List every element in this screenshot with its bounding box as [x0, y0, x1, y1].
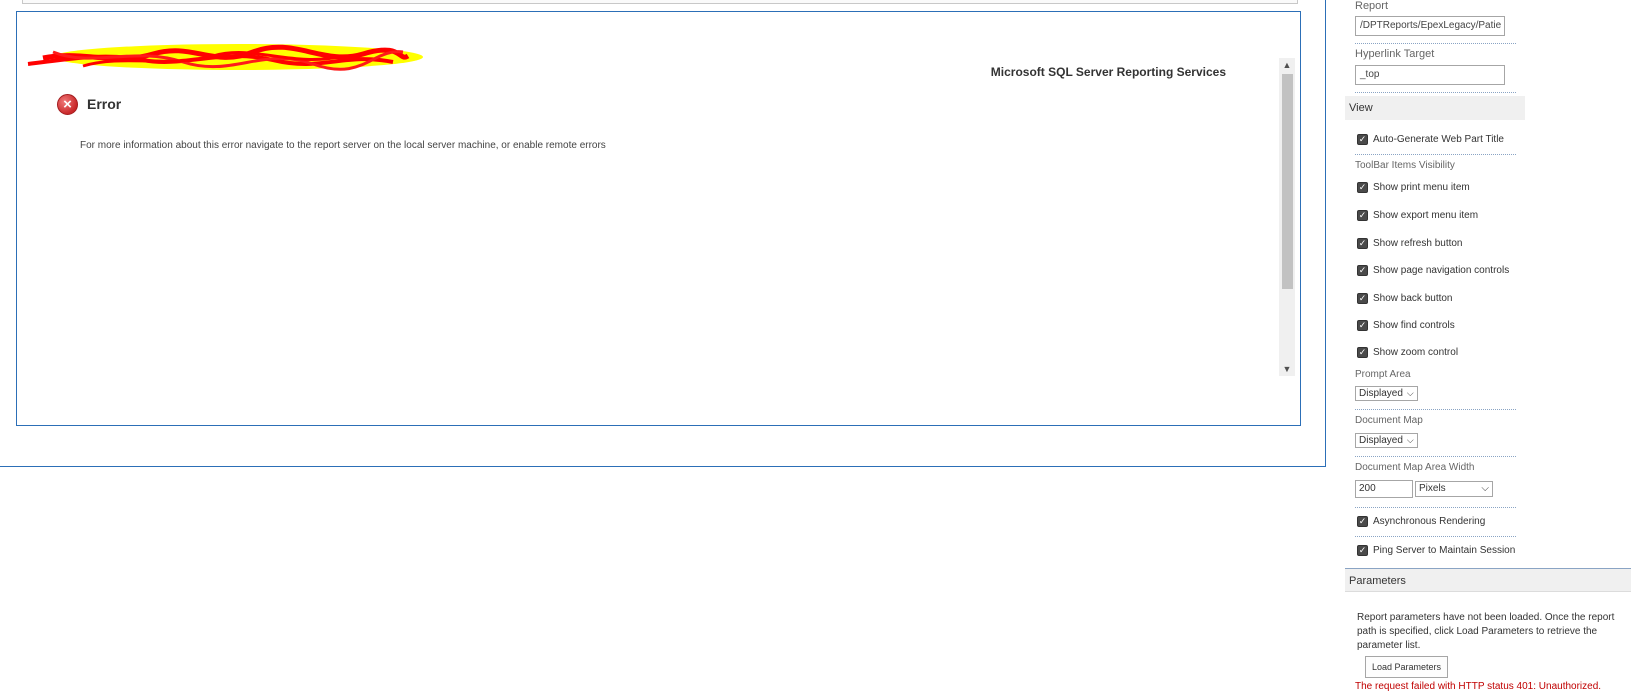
- checkbox-checked-icon[interactable]: ✓: [1357, 237, 1368, 249]
- ping-server-checkbox-row[interactable]: ✓ Ping Server to Maintain Session: [1357, 543, 1515, 557]
- divider: [1355, 43, 1516, 44]
- toolbar-visibility-label: ToolBar Items Visibility: [1355, 160, 1455, 171]
- async-rendering-label: Asynchronous Rendering: [1373, 515, 1486, 527]
- checkbox-checked-icon[interactable]: ✓: [1357, 319, 1368, 331]
- toolbar-item-export[interactable]: ✓ Show export menu item: [1357, 208, 1478, 222]
- load-parameters-button[interactable]: Load Parameters: [1365, 656, 1448, 678]
- error-heading: × Error: [57, 92, 121, 116]
- top-toolbar-strip: [22, 0, 1298, 4]
- report-path-input[interactable]: /DPTReports/EpexLegacy/Patie: [1355, 16, 1505, 36]
- toolbar-item-label: Show zoom control: [1373, 346, 1459, 358]
- divider: [1355, 92, 1516, 93]
- divider: [1355, 456, 1516, 457]
- prompt-area-select[interactable]: Displayed ⌵: [1355, 386, 1418, 401]
- report-label: Report: [1355, 0, 1389, 12]
- tool-pane: Report /DPTReports/EpexLegacy/Patie Hype…: [1345, 0, 1631, 699]
- toolbar-item-back[interactable]: ✓ Show back button: [1357, 291, 1453, 305]
- checkbox-checked-icon[interactable]: ✓: [1357, 181, 1368, 193]
- divider: [1355, 536, 1516, 537]
- auto-title-checkbox-row[interactable]: ✓ Auto-Generate Web Part Title: [1357, 132, 1504, 146]
- toolbar-item-label: Show back button: [1373, 292, 1453, 304]
- scroll-thumb[interactable]: [1282, 74, 1293, 289]
- view-section-header[interactable]: View: [1345, 96, 1525, 120]
- toolbar-item-label: Show find controls: [1373, 319, 1455, 331]
- error-message: For more information about this error na…: [80, 140, 606, 151]
- divider: [1355, 154, 1516, 155]
- toolbar-item-label: Show print menu item: [1373, 181, 1470, 193]
- toolbar-item-page-nav[interactable]: ✓ Show page navigation controls: [1357, 263, 1509, 277]
- ping-server-label: Ping Server to Maintain Session: [1373, 544, 1516, 556]
- doc-map-width-unit-value: Pixels: [1419, 483, 1446, 494]
- toolbar-item-label: Show refresh button: [1373, 237, 1463, 249]
- doc-map-width-input[interactable]: 200: [1355, 480, 1413, 498]
- toolbar-item-zoom[interactable]: ✓ Show zoom control: [1357, 345, 1458, 359]
- document-map-select[interactable]: Displayed ⌵: [1355, 433, 1418, 448]
- error-title: Error: [87, 96, 122, 112]
- doc-map-width-label: Document Map Area Width: [1355, 462, 1475, 473]
- checkbox-checked-icon[interactable]: ✓: [1357, 346, 1368, 358]
- toolbar-item-find[interactable]: ✓ Show find controls: [1357, 318, 1455, 332]
- prompt-area-value: Displayed: [1359, 388, 1403, 399]
- checkbox-checked-icon[interactable]: ✓: [1357, 515, 1368, 527]
- chevron-down-icon: ⌵: [1406, 435, 1414, 445]
- checkbox-checked-icon[interactable]: ✓: [1357, 133, 1368, 145]
- toolbar-item-refresh[interactable]: ✓ Show refresh button: [1357, 236, 1463, 250]
- scroll-up-icon[interactable]: ▲: [1279, 58, 1295, 72]
- divider: [1355, 409, 1516, 410]
- report-viewer-frame: Microsoft SQL Server Reporting Services …: [16, 11, 1301, 426]
- redaction-scribble: [27, 44, 423, 71]
- ssrs-product-title: Microsoft SQL Server Reporting Services: [990, 65, 1226, 79]
- async-rendering-checkbox-row[interactable]: ✓ Asynchronous Rendering: [1357, 514, 1485, 528]
- doc-map-width-unit-select[interactable]: Pixels ⌵: [1415, 481, 1493, 497]
- auto-title-label: Auto-Generate Web Part Title: [1373, 133, 1504, 145]
- chevron-down-icon: ⌵: [1481, 483, 1489, 494]
- chevron-down-icon: ⌵: [1406, 388, 1414, 398]
- divider: [1355, 507, 1516, 508]
- checkbox-checked-icon[interactable]: ✓: [1357, 292, 1368, 304]
- toolbar-item-print[interactable]: ✓ Show print menu item: [1357, 180, 1470, 194]
- checkbox-checked-icon[interactable]: ✓: [1357, 264, 1368, 276]
- prompt-area-label: Prompt Area: [1355, 369, 1411, 380]
- parameters-info-text: Report parameters have not been loaded. …: [1357, 612, 1615, 651]
- scroll-down-icon[interactable]: ▼: [1279, 362, 1295, 376]
- error-icon: ×: [57, 93, 78, 115]
- toolbar-item-label: Show page navigation controls: [1373, 264, 1510, 276]
- toolbar-item-label: Show export menu item: [1373, 209, 1479, 221]
- hyperlink-target-label: Hyperlink Target: [1355, 48, 1435, 60]
- document-map-label: Document Map: [1355, 415, 1423, 426]
- checkbox-checked-icon[interactable]: ✓: [1357, 544, 1368, 556]
- checkbox-checked-icon[interactable]: ✓: [1357, 209, 1368, 221]
- report-vertical-scrollbar[interactable]: ▲ ▼: [1279, 58, 1295, 376]
- parameters-section-header[interactable]: Parameters: [1345, 568, 1631, 592]
- http-error-status: The request failed with HTTP status 401:…: [1355, 681, 1602, 692]
- hyperlink-target-input[interactable]: _top: [1355, 65, 1505, 85]
- document-map-value: Displayed: [1359, 435, 1403, 446]
